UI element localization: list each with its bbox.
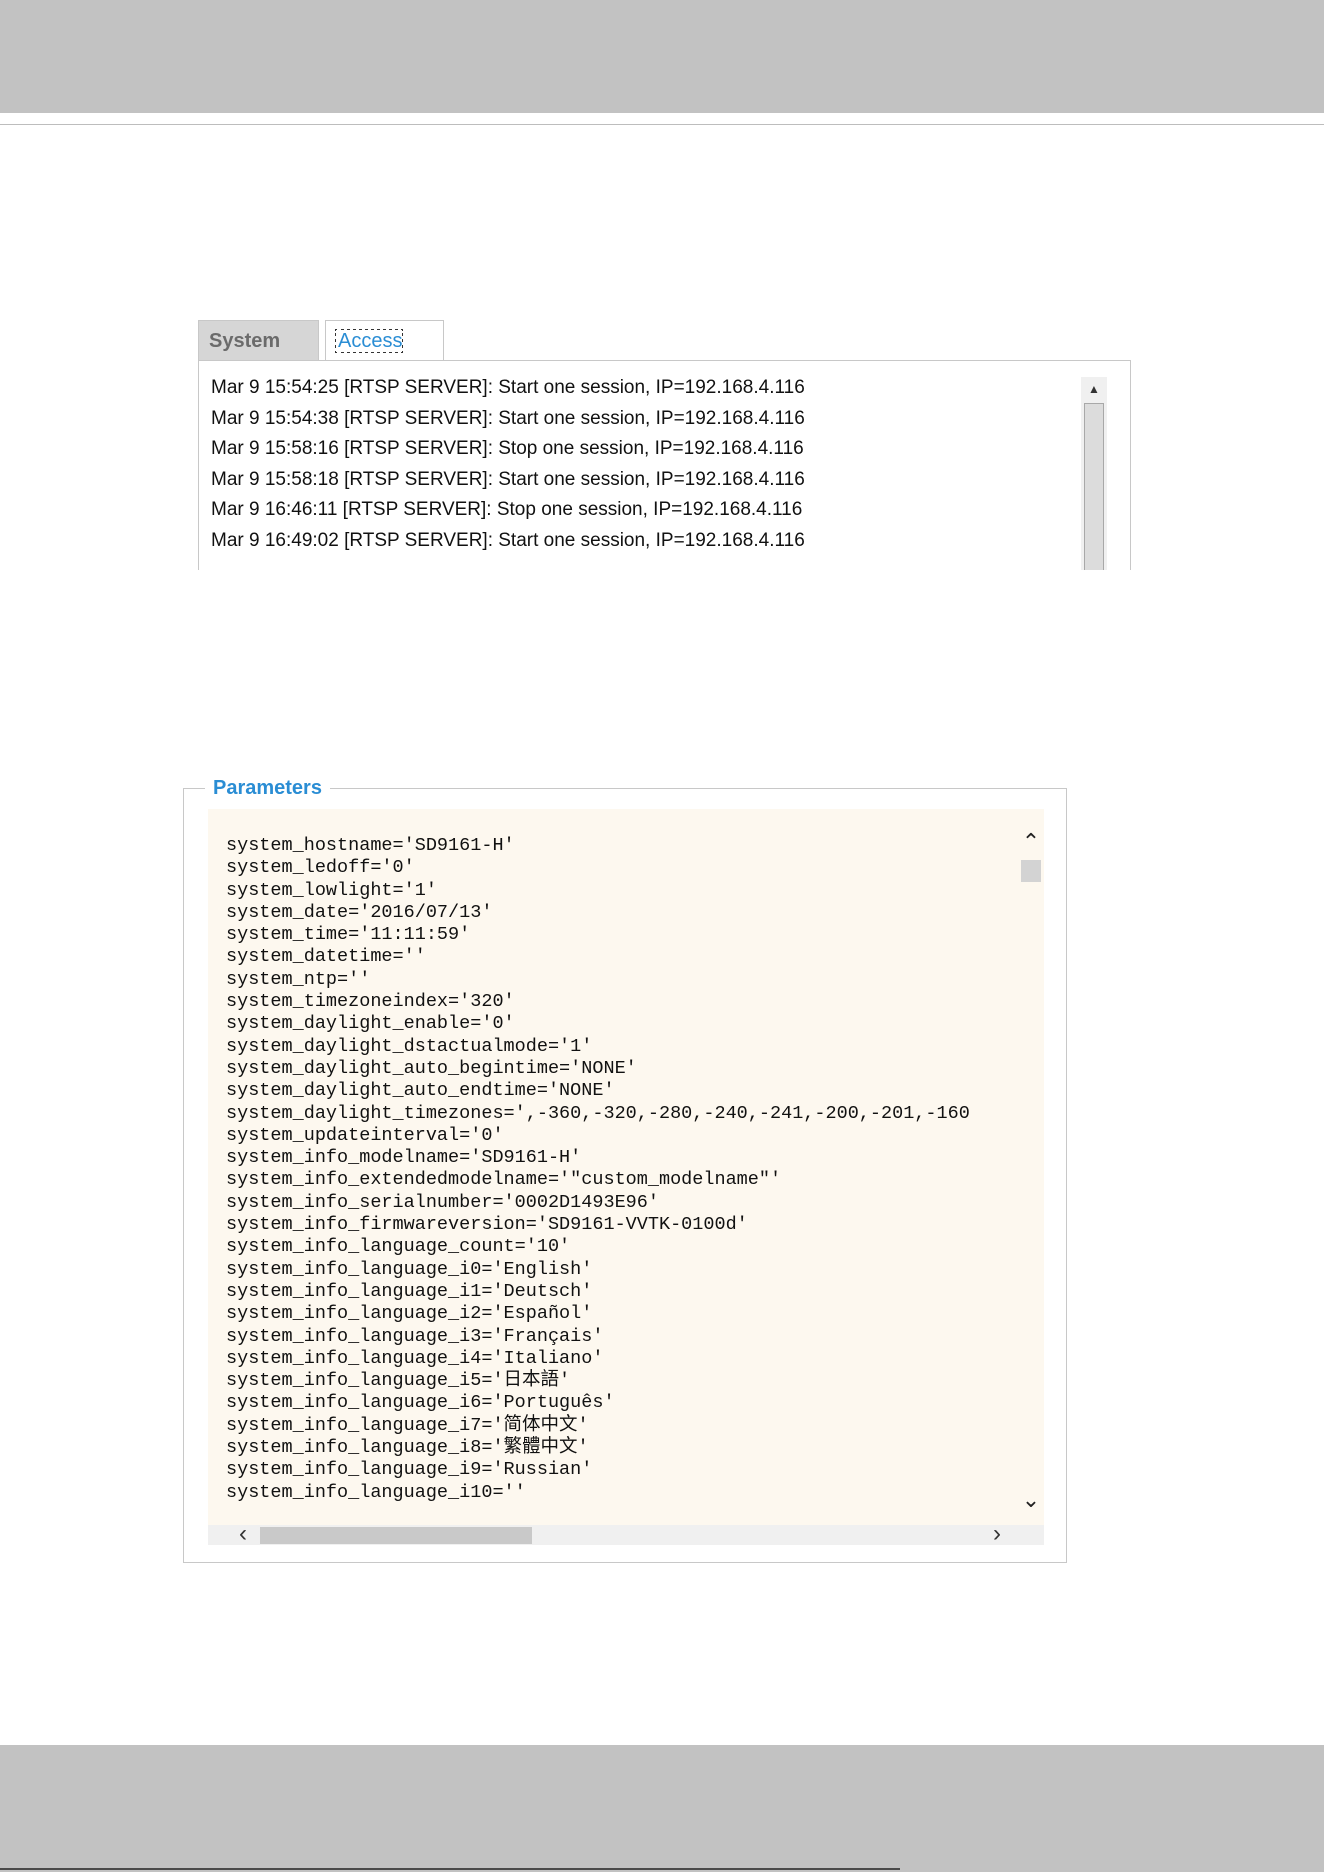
parameter-line: system_timezoneindex='320' bbox=[226, 991, 515, 1013]
parameter-line: system_info_language_i8='繁體中文' bbox=[226, 1437, 589, 1459]
chevron-down-icon[interactable]: ⌄ bbox=[1018, 1485, 1044, 1515]
parameters-horizontal-scrollbar[interactable]: ‹ › bbox=[208, 1521, 1044, 1545]
log-entries: Mar 9 15:54:25 [RTSP SERVER]: Start one … bbox=[211, 373, 1071, 557]
log-scroll-thumb[interactable] bbox=[1084, 403, 1104, 570]
parameters-list: system_hostname='SD9161-H' system_ledoff=… bbox=[226, 835, 1016, 1504]
parameter-line: system_info_extendedmodelname='"custom_m… bbox=[226, 1169, 782, 1191]
tab-access-log[interactable]: Access log bbox=[325, 320, 444, 393]
parameter-line: system_info_language_i10='' bbox=[226, 1481, 526, 1503]
log-entry: Mar 9 15:54:25 [RTSP SERVER]: Start one … bbox=[211, 377, 805, 398]
parameter-line: system_info_language_i3='Français' bbox=[226, 1325, 604, 1347]
parameter-line: system_daylight_timezones=',-360,-320,-2… bbox=[226, 1102, 970, 1124]
parameter-line: system_ntp='' bbox=[226, 968, 371, 990]
log-entry: Mar 9 15:58:18 [RTSP SERVER]: Start one … bbox=[211, 468, 805, 490]
log-viewer: System log Access log Mar 9 15:54:25 [RT… bbox=[198, 320, 1131, 570]
parameter-line: system_time='11:11:59' bbox=[226, 924, 471, 946]
page-header-banner bbox=[0, 0, 1324, 113]
scroll-up-arrow-icon[interactable]: ▲ bbox=[1081, 377, 1107, 401]
parameter-line: system_updateinterval='0' bbox=[226, 1124, 504, 1146]
header-divider bbox=[0, 124, 1324, 125]
parameter-line: system_info_language_count='10' bbox=[226, 1236, 571, 1258]
log-entry: Mar 9 15:54:38 [RTSP SERVER]: Start one … bbox=[211, 407, 805, 429]
parameter-line: system_datetime='' bbox=[226, 946, 426, 968]
parameters-legend: Parameters bbox=[205, 776, 330, 800]
parameter-line: system_ledoff='0' bbox=[226, 857, 415, 879]
parameter-line: system_info_language_i2='Español' bbox=[226, 1303, 593, 1325]
parameters-text-area[interactable]: system_hostname='SD9161-H' system_ledoff=… bbox=[208, 809, 1044, 1545]
parameters-fieldset: Parameters system_hostname='SD9161-H' sys… bbox=[183, 776, 1067, 1563]
parameter-line: system_date='2016/07/13' bbox=[226, 901, 493, 923]
log-entry: Mar 9 15:58:16 [RTSP SERVER]: Stop one s… bbox=[211, 438, 804, 460]
parameters-hscroll-thumb[interactable] bbox=[260, 1527, 532, 1544]
log-tabs: System log Access log bbox=[198, 320, 1131, 393]
chevron-up-icon[interactable]: ⌃ bbox=[1018, 827, 1044, 857]
parameter-line: system_daylight_dstactualmode='1' bbox=[226, 1035, 593, 1057]
chevron-left-icon[interactable]: ‹ bbox=[228, 1521, 258, 1546]
tab-system-log[interactable]: System log bbox=[198, 320, 319, 392]
parameter-line: system_lowlight='1' bbox=[226, 879, 437, 901]
parameter-line: system_info_serialnumber='0002D1493E96' bbox=[226, 1191, 659, 1213]
parameter-line: system_info_modelname='SD9161-H' bbox=[226, 1147, 582, 1169]
parameters-vscroll-thumb[interactable] bbox=[1021, 860, 1041, 882]
parameter-line: system_daylight_enable='0' bbox=[226, 1013, 515, 1035]
parameters-vertical-scrollbar[interactable]: ⌃ ⌄ bbox=[1018, 809, 1044, 1525]
log-entry: Mar 9 16:46:11 [RTSP SERVER]: Stop one s… bbox=[211, 499, 803, 521]
parameter-line: system_hostname='SD9161-H' bbox=[226, 835, 515, 856]
log-entry: Mar 9 16:49:02 [RTSP SERVER]: Start one … bbox=[211, 529, 805, 551]
parameter-line: system_info_language_i6='Português' bbox=[226, 1392, 615, 1414]
parameter-line: system_info_language_i7='简体中文' bbox=[226, 1414, 589, 1436]
parameter-line: system_info_language_i4='Italiano' bbox=[226, 1347, 604, 1369]
parameter-line: system_info_language_i0='English' bbox=[226, 1258, 593, 1280]
parameter-line: system_daylight_auto_begintime='NONE' bbox=[226, 1057, 637, 1079]
log-text-area[interactable]: Mar 9 15:54:25 [RTSP SERVER]: Start one … bbox=[198, 360, 1131, 570]
log-vertical-scrollbar[interactable]: ▲ bbox=[1081, 377, 1107, 570]
parameter-line: system_info_language_i1='Deutsch' bbox=[226, 1280, 593, 1302]
parameter-line: system_info_language_i9='Russian' bbox=[226, 1459, 593, 1481]
page-footer-banner bbox=[0, 1745, 1324, 1872]
parameter-line: system_daylight_auto_endtime='NONE' bbox=[226, 1080, 615, 1102]
parameter-line: system_info_firmwareversion='SD9161-VVTK… bbox=[226, 1214, 748, 1236]
parameter-line: system_info_language_i5='日本語' bbox=[226, 1370, 571, 1392]
footer-rule bbox=[0, 1868, 900, 1870]
chevron-right-icon[interactable]: › bbox=[982, 1521, 1012, 1546]
